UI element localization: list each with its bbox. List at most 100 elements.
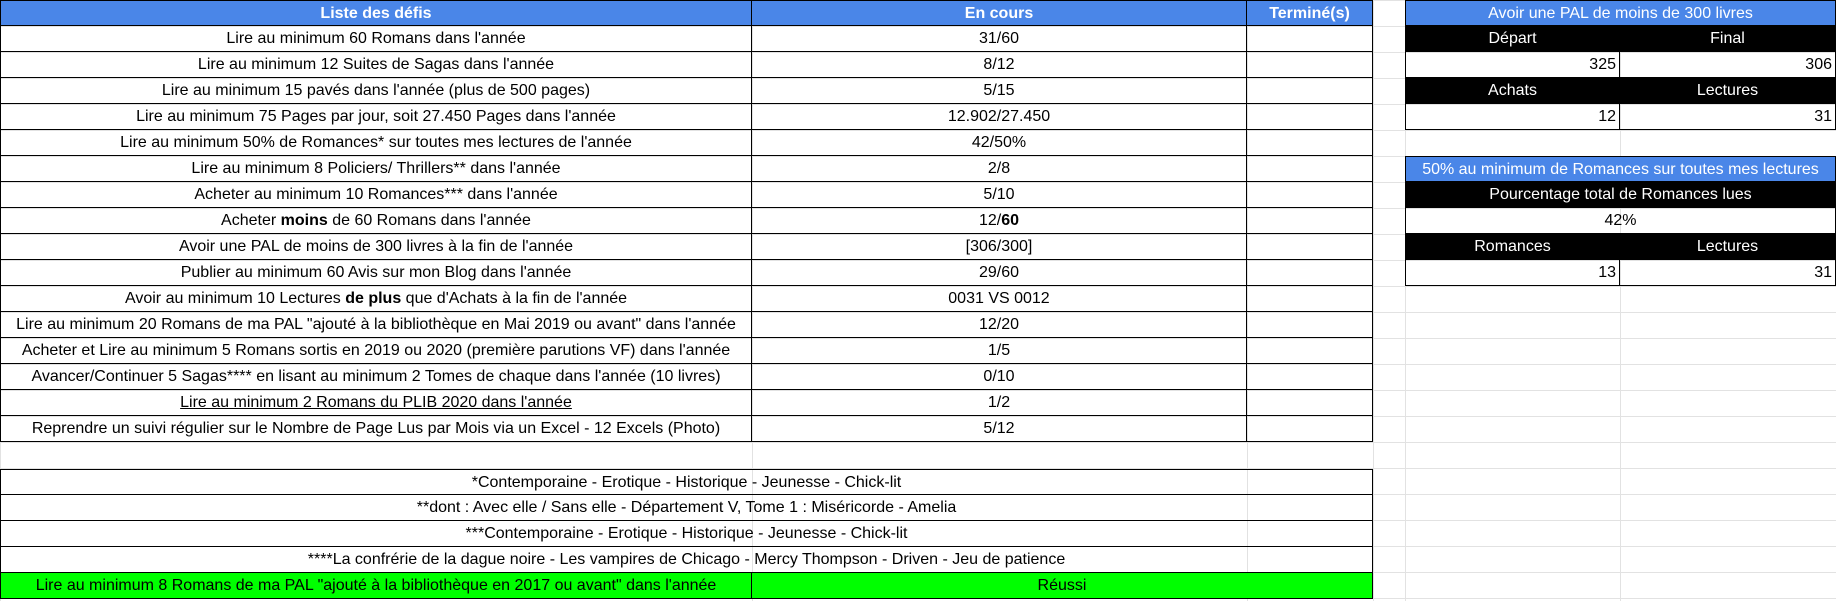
romance-percentage[interactable]: 42% [1405, 208, 1836, 234]
challenge-cell[interactable]: Publier au minimum 60 Avis sur mon Blog … [0, 260, 752, 286]
lectures-label[interactable]: Lectures [1620, 78, 1836, 104]
table-row: Acheter et Lire au minimum 5 Romans sort… [0, 338, 1373, 364]
table-row: Acheter au minimum 10 Romances*** dans l… [0, 182, 1373, 208]
done-cell[interactable] [1247, 130, 1373, 156]
progress-cell[interactable]: [306/300] [752, 234, 1247, 260]
done-cell[interactable] [1247, 52, 1373, 78]
challenge-cell[interactable]: Avancer/Continuer 5 Sagas**** en lisant … [0, 364, 752, 390]
done-cell[interactable] [1247, 312, 1373, 338]
table-row: Publier au minimum 60 Avis sur mon Blog … [0, 260, 1373, 286]
table-row: Acheter moins de 60 Romans dans l'année … [0, 208, 1373, 234]
challenge-cell[interactable]: Avoir une PAL de moins de 300 livres à l… [0, 234, 752, 260]
achats-label[interactable]: Achats [1405, 78, 1620, 104]
romances-value[interactable]: 13 [1405, 260, 1620, 286]
completed-status-cell[interactable]: Réussi [752, 573, 1373, 599]
depart-label[interactable]: Départ [1405, 26, 1620, 52]
table-row: Lire au minimum 60 Romans dans l'année 3… [0, 26, 1373, 52]
challenge-cell[interactable]: Lire au minimum 12 Suites de Sagas dans … [0, 52, 752, 78]
progress-cell[interactable]: 0/10 [752, 364, 1247, 390]
challenge-cell[interactable]: Lire au minimum 15 pavés dans l'année (p… [0, 78, 752, 104]
table-row: Lire au minimum 12 Suites de Sagas dans … [0, 52, 1373, 78]
challenge-text: Acheter [221, 212, 281, 229]
done-cell[interactable] [1247, 78, 1373, 104]
romance-title-row: 50% au minimum de Romances sur toutes me… [1405, 156, 1836, 182]
table-row: Lire au minimum 2 Romans du PLIB 2020 da… [0, 390, 1373, 416]
challenge-cell[interactable]: Acheter moins de 60 Romans dans l'année [0, 208, 752, 234]
progress-cell[interactable]: 31/60 [752, 26, 1247, 52]
challenge-cell[interactable]: Lire au minimum 20 Romans de ma PAL "ajo… [0, 312, 752, 338]
done-cell[interactable] [1247, 182, 1373, 208]
romance-values-row: 13 31 [1405, 260, 1836, 286]
table-row: Lire au minimum 50% de Romances* sur tou… [0, 130, 1373, 156]
progress-cell[interactable]: 2/8 [752, 156, 1247, 182]
progress-cell[interactable]: 1/2 [752, 390, 1247, 416]
final-label[interactable]: Final [1620, 26, 1836, 52]
challenge-cell[interactable]: Acheter et Lire au minimum 5 Romans sort… [0, 338, 752, 364]
romance-percentage-row: 42% [1405, 208, 1836, 234]
done-cell[interactable] [1247, 416, 1373, 442]
done-cell[interactable] [1247, 156, 1373, 182]
header-termines[interactable]: Terminé(s) [1247, 0, 1373, 26]
done-cell[interactable] [1247, 26, 1373, 52]
gridline [1373, 0, 1374, 601]
lectures-value[interactable]: 31 [1620, 104, 1836, 130]
table-row: Lire au minimum 75 Pages par jour, soit … [0, 104, 1373, 130]
challenge-cell[interactable]: Lire au minimum 50% de Romances* sur tou… [0, 130, 752, 156]
achats-value[interactable]: 12 [1405, 104, 1620, 130]
footnote-cell[interactable]: *Contemporaine - Erotique - Historique -… [0, 469, 1373, 495]
progress-cell[interactable]: 5/15 [752, 78, 1247, 104]
footnote-cell[interactable]: **dont : Avec elle / Sans elle - Départe… [0, 495, 1373, 521]
challenge-text: que d'Achats à la fin de l'année [401, 290, 628, 307]
challenge-cell[interactable]: Lire au minimum 75 Pages par jour, soit … [0, 104, 752, 130]
footnote-row: ****La confrérie de la dague noire - Les… [0, 547, 1373, 573]
footnote-cell[interactable]: ****La confrérie de la dague noire - Les… [0, 547, 1373, 573]
done-cell[interactable] [1247, 208, 1373, 234]
progress-text: 12/ [978, 212, 1002, 229]
romance-subtitle-row: Pourcentage total de Romances lues [1405, 182, 1836, 208]
table-row: Lire au minimum 8 Policiers/ Thrillers**… [0, 156, 1373, 182]
depart-value[interactable]: 325 [1405, 52, 1620, 78]
progress-cell[interactable]: 5/12 [752, 416, 1247, 442]
lectures-label[interactable]: Lectures [1620, 234, 1836, 260]
progress-cell[interactable]: 1/5 [752, 338, 1247, 364]
table-row: Lire au minimum 15 pavés dans l'année (p… [0, 78, 1373, 104]
lectures-value[interactable]: 31 [1620, 260, 1836, 286]
romances-label[interactable]: Romances [1405, 234, 1620, 260]
pal-title[interactable]: Avoir une PAL de moins de 300 livres [1405, 0, 1836, 26]
pal-values-row: 12 31 [1405, 104, 1836, 130]
done-cell[interactable] [1247, 234, 1373, 260]
progress-cell[interactable]: 8/12 [752, 52, 1247, 78]
header-en-cours[interactable]: En cours [752, 0, 1247, 26]
completed-challenge-cell[interactable]: Lire au minimum 8 Romans de ma PAL "ajou… [0, 573, 752, 599]
challenge-cell[interactable]: Lire au minimum 2 Romans du PLIB 2020 da… [0, 390, 752, 416]
done-cell[interactable] [1247, 286, 1373, 312]
final-value[interactable]: 306 [1620, 52, 1836, 78]
challenge-cell[interactable]: Avoir au minimum 10 Lectures de plus que… [0, 286, 752, 312]
progress-cell[interactable]: 5/10 [752, 182, 1247, 208]
table-row: Avoir une PAL de moins de 300 livres à l… [0, 234, 1373, 260]
done-cell[interactable] [1247, 390, 1373, 416]
header-liste-des-defis[interactable]: Liste des défis [0, 0, 752, 26]
challenge-cell[interactable]: Acheter au minimum 10 Romances*** dans l… [0, 182, 752, 208]
completed-row: Lire au minimum 8 Romans de ma PAL "ajou… [0, 573, 1373, 599]
romance-title[interactable]: 50% au minimum de Romances sur toutes me… [1405, 156, 1836, 182]
challenge-cell[interactable]: Lire au minimum 8 Policiers/ Thrillers**… [0, 156, 752, 182]
done-cell[interactable] [1247, 260, 1373, 286]
spreadsheet: Liste des défis En cours Terminé(s) Lire… [0, 0, 1836, 601]
pal-labels-row: Départ Final [1405, 26, 1836, 52]
footnote-cell[interactable]: ***Contemporaine - Erotique - Historique… [0, 521, 1373, 547]
progress-cell[interactable]: 0031 VS 0012 [752, 286, 1247, 312]
progress-cell[interactable]: 12/20 [752, 312, 1247, 338]
progress-cell[interactable]: 29/60 [752, 260, 1247, 286]
progress-cell[interactable]: 12.902/27.450 [752, 104, 1247, 130]
done-cell[interactable] [1247, 104, 1373, 130]
done-cell[interactable] [1247, 364, 1373, 390]
table-header-row: Liste des défis En cours Terminé(s) [0, 0, 1373, 26]
challenge-cell[interactable]: Reprendre un suivi régulier sur le Nombr… [0, 416, 752, 442]
challenge-cell[interactable]: Lire au minimum 60 Romans dans l'année [0, 26, 752, 52]
done-cell[interactable] [1247, 338, 1373, 364]
romance-subtitle[interactable]: Pourcentage total de Romances lues [1405, 182, 1836, 208]
progress-cell[interactable]: 12/60 [752, 208, 1247, 234]
progress-cell[interactable]: 42/50% [752, 130, 1247, 156]
footnote-row: *Contemporaine - Erotique - Historique -… [0, 469, 1373, 495]
